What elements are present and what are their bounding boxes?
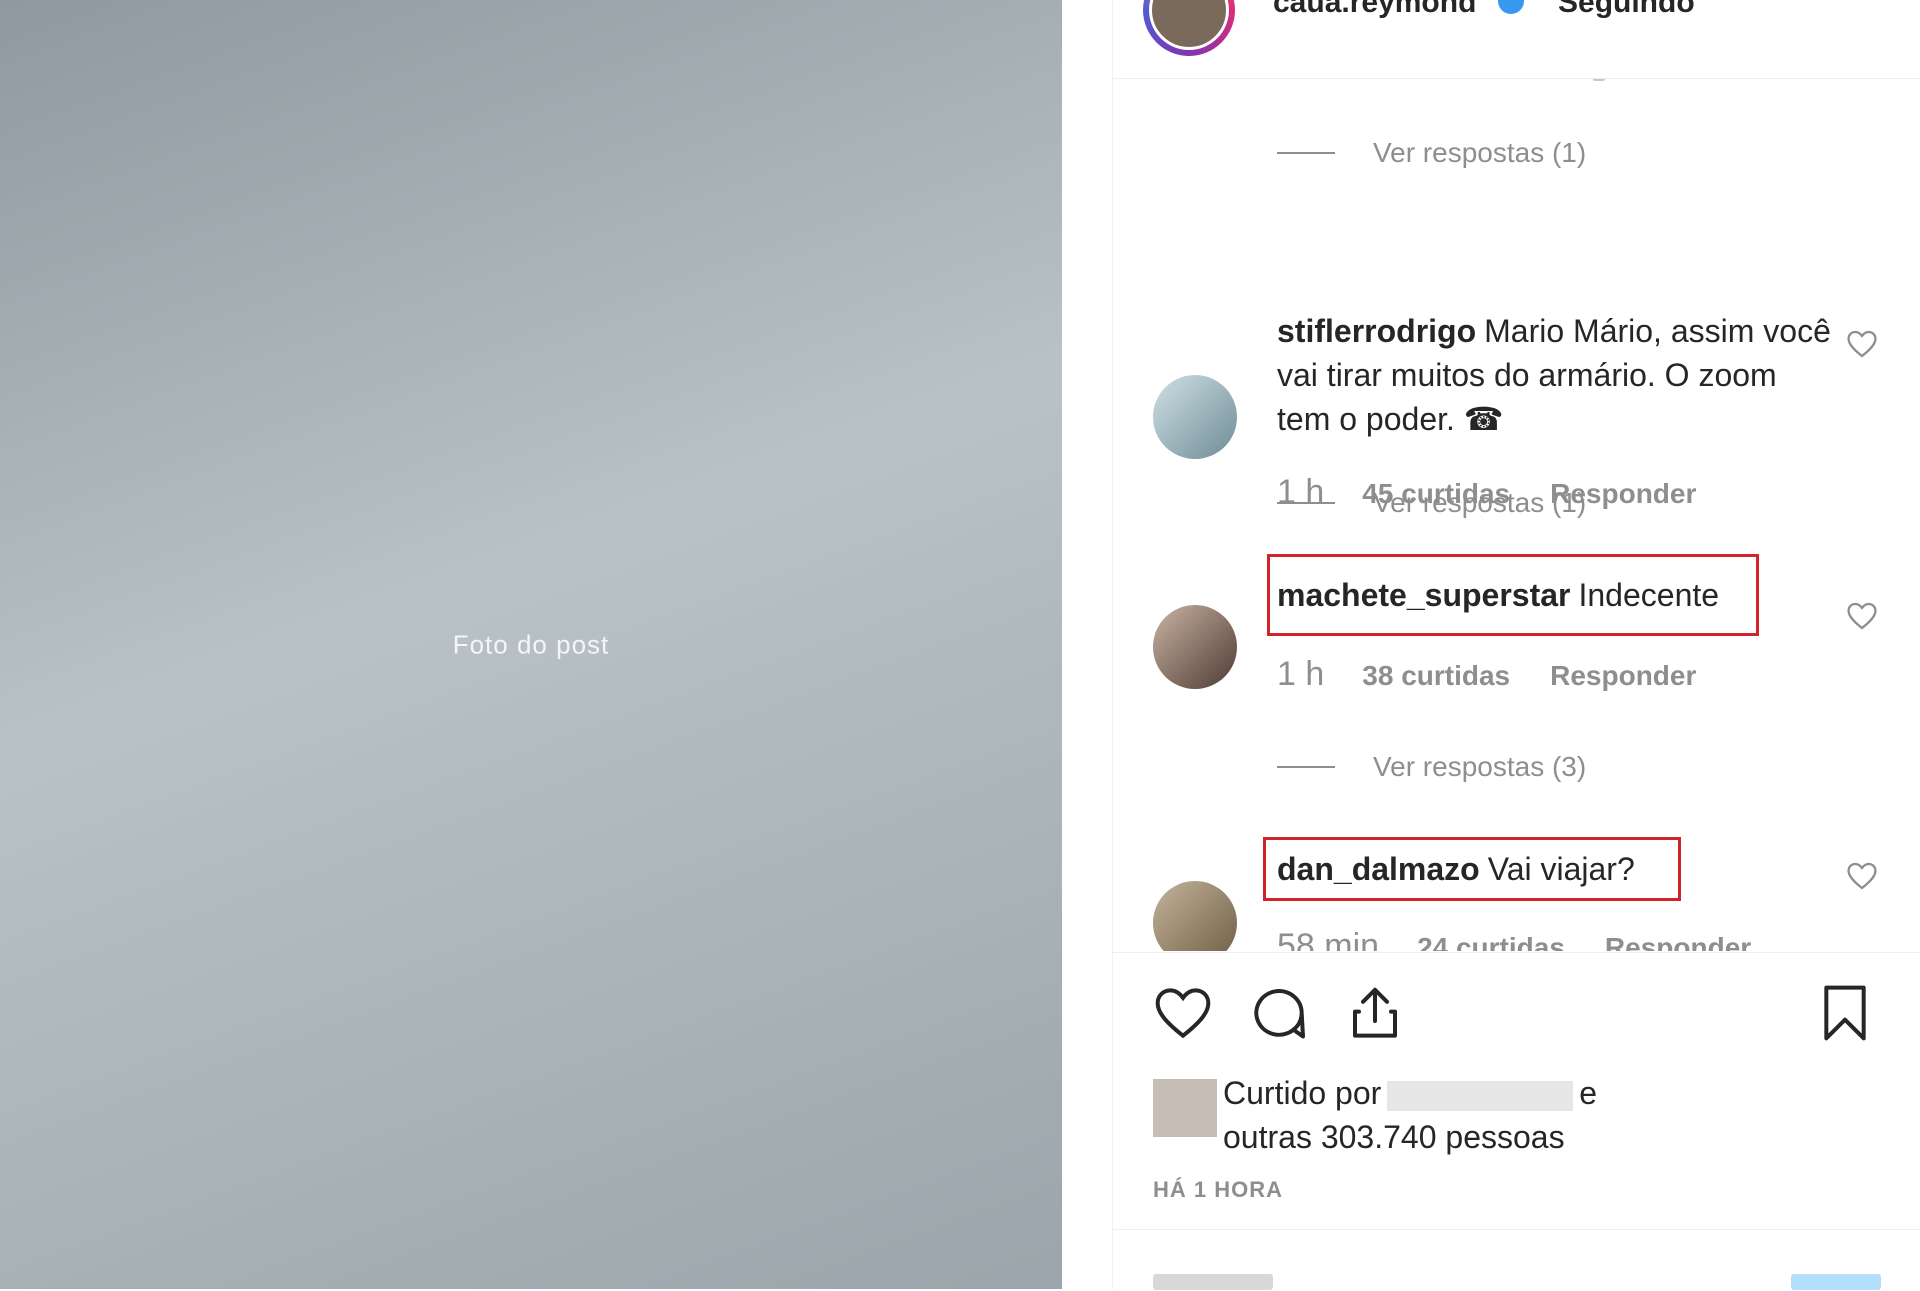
share-icon[interactable] xyxy=(1343,981,1407,1045)
comment-time: 58 min xyxy=(1277,927,1380,951)
commenter-avatar[interactable] xyxy=(1153,375,1237,459)
comment-meta: 1 h 38 curtidas Responder xyxy=(1277,655,1696,694)
publish-button[interactable] xyxy=(1791,1274,1881,1290)
author-username[interactable]: caua.reymond xyxy=(1273,0,1476,20)
replies-divider xyxy=(1277,152,1335,154)
photo-placeholder-label: Foto do post xyxy=(452,629,610,659)
replies-divider xyxy=(1277,502,1335,504)
bookmark-icon[interactable] xyxy=(1813,981,1877,1045)
liker-avatar[interactable] xyxy=(1153,1079,1217,1137)
comment-like-heart-icon[interactable] xyxy=(1845,327,1879,361)
follow-status-button[interactable]: Seguindo xyxy=(1558,0,1695,20)
comment-meta: 58 min 24 curtidas Responder xyxy=(1277,927,1751,951)
author-avatar[interactable] xyxy=(1143,0,1235,56)
post-photo-placeholder: Foto do post xyxy=(0,0,1062,1289)
commenter-avatar[interactable] xyxy=(1153,605,1237,689)
comment-content: Indecente xyxy=(1578,577,1720,613)
view-replies-label: Ver respostas (3) xyxy=(1373,751,1587,782)
likes-text: Curtido por e outras 303.740 pessoas xyxy=(1223,1071,1823,1159)
liked-by-suffix: e xyxy=(1579,1075,1598,1111)
redacted-username xyxy=(1387,1080,1574,1111)
comment-likes[interactable]: 38 curtidas xyxy=(1362,660,1510,692)
reply-button[interactable]: Responder xyxy=(1605,932,1751,951)
comment-content: Vai viajar? xyxy=(1487,851,1635,887)
post-timestamp: HÁ 1 HORA xyxy=(1153,1177,1284,1202)
post-header: caua.reymond Seguindo xyxy=(1113,0,1920,79)
comment-text: machete_superstar Indecente xyxy=(1277,573,1837,617)
comment-time: 1 h xyxy=(1277,655,1325,693)
telephone-emoji-icon: ☎ xyxy=(1463,400,1504,438)
comment-username[interactable]: machete_superstar xyxy=(1277,577,1570,613)
post-sidebar: caua.reymond Seguindo Ver respostas (1) … xyxy=(1112,0,1920,1290)
comment-text: stiflerrodrigo Mario Mário, assim você va… xyxy=(1277,309,1837,441)
post-actions: Curtido por e outras 303.740 pessoas HÁ 1… xyxy=(1113,952,1920,1290)
commenter-avatar[interactable] xyxy=(1153,881,1237,951)
verified-badge-icon xyxy=(1498,0,1524,14)
reply-button[interactable]: Responder xyxy=(1550,660,1696,692)
likes-count-link[interactable]: outras 303.740 pessoas xyxy=(1223,1119,1565,1155)
comments-list[interactable]: Ver respostas (1) stiflerrodrigo Mario Má… xyxy=(1113,79,1920,951)
view-replies-label: Ver respostas (1) xyxy=(1373,137,1587,168)
add-comment-input[interactable] xyxy=(1153,1274,1273,1290)
clipped-text-fragment xyxy=(1593,79,1605,81)
comment-likes[interactable]: 24 curtidas xyxy=(1417,932,1565,951)
comment-username[interactable]: stiflerrodrigo xyxy=(1277,313,1476,349)
comment-like-heart-icon[interactable] xyxy=(1845,599,1879,633)
comment-username[interactable]: dan_dalmazo xyxy=(1277,851,1480,887)
comment-like-heart-icon[interactable] xyxy=(1845,859,1879,893)
comment-bubble-icon[interactable] xyxy=(1247,981,1311,1045)
view-replies-button[interactable]: Ver respostas (3) xyxy=(1277,747,1586,787)
view-replies-button[interactable]: Ver respostas (1) xyxy=(1277,483,1586,523)
heart-icon[interactable] xyxy=(1151,981,1215,1045)
replies-divider xyxy=(1277,766,1335,768)
comment-text: dan_dalmazo Vai viajar? xyxy=(1277,847,1837,891)
add-comment-bar[interactable] xyxy=(1113,1229,1920,1291)
view-replies-button[interactable]: Ver respostas (1) xyxy=(1277,133,1586,173)
view-replies-label: Ver respostas (1) xyxy=(1373,487,1587,518)
liked-by-label: Curtido por xyxy=(1223,1075,1382,1111)
